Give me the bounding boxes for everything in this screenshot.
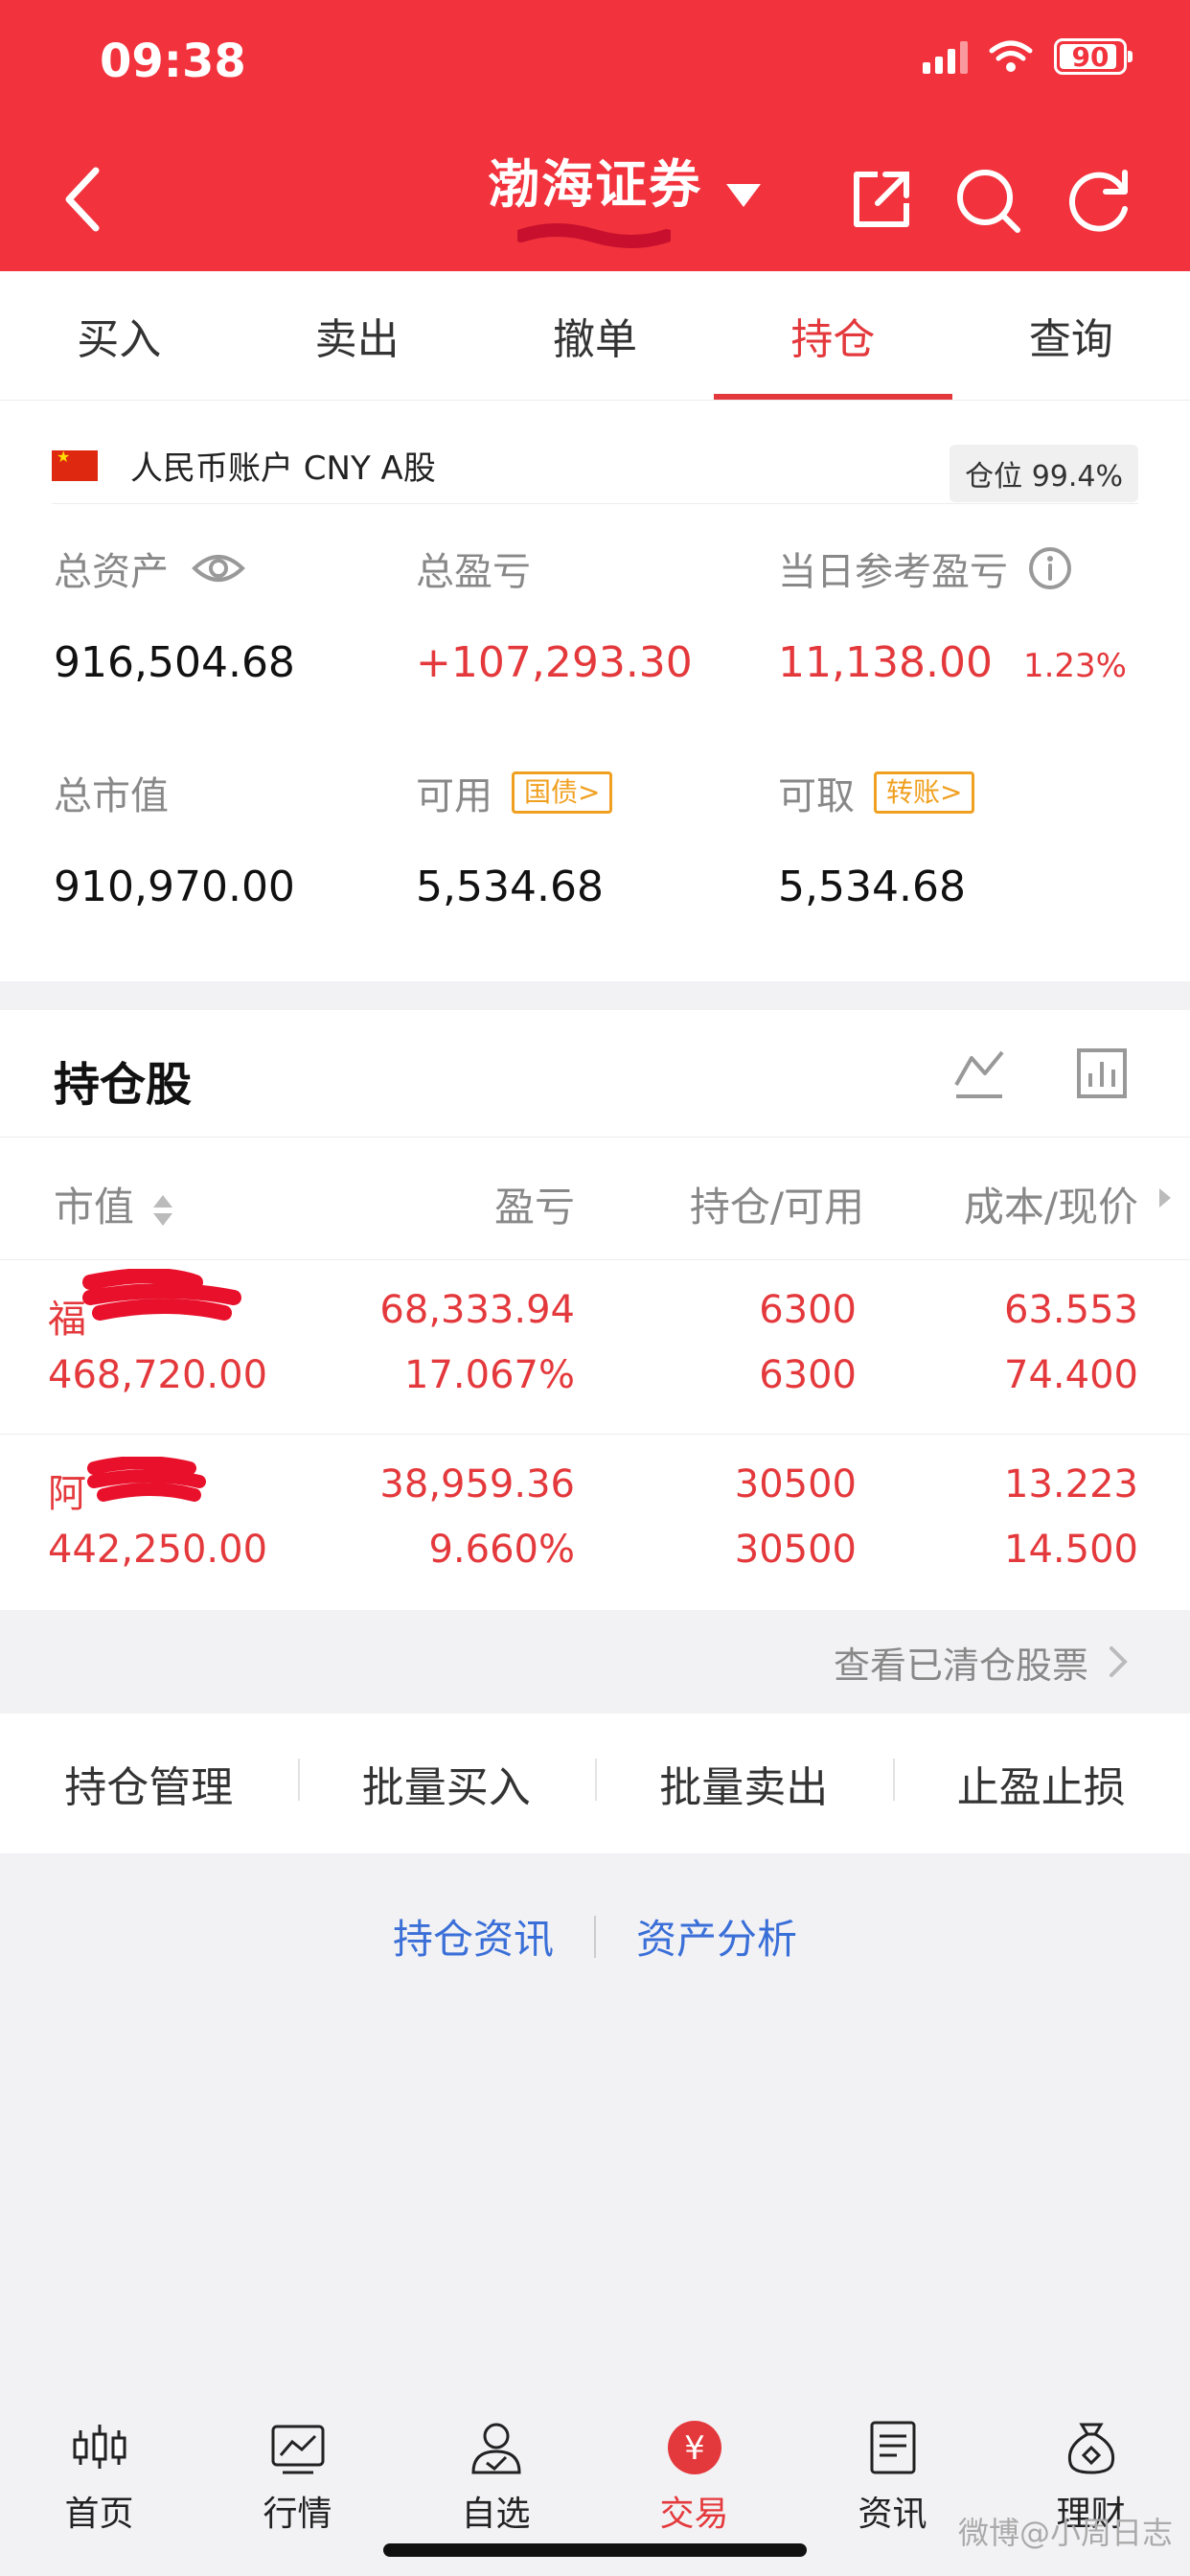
pl-cell: 68,333.94 xyxy=(379,1288,575,1332)
battery-icon: 90 xyxy=(1054,38,1133,75)
tab-query[interactable]: 查询 xyxy=(952,271,1190,400)
position-cell: 6300 xyxy=(759,1288,857,1332)
nav-home[interactable]: 首页 xyxy=(0,2404,198,2576)
total-assets-value: 916,504.68 xyxy=(54,638,295,687)
info-icon[interactable] xyxy=(1027,545,1073,591)
user-check-icon xyxy=(470,2423,521,2474)
holdings-section: 持仓股 市值 盈亏 持仓/可用 成本/现价 福 468,720.00 68,33… xyxy=(0,1010,1190,1610)
pl-percent-cell: 9.660% xyxy=(428,1528,575,1572)
cleared-stocks-link[interactable]: 查看已清仓股票 xyxy=(0,1610,1190,1714)
daily-pl-label: 当日参考盈亏 xyxy=(778,540,1073,596)
price-cell: 74.400 xyxy=(1004,1353,1138,1397)
tab-cancel[interactable]: 撤单 xyxy=(476,271,714,400)
tab-holdings[interactable]: 持仓 xyxy=(714,271,953,400)
watermark: 微博@小周日志 xyxy=(957,2515,1173,2551)
status-icons: 90 xyxy=(923,38,1133,75)
column-position: 持仓/可用 xyxy=(689,1184,864,1230)
position-ratio-badge: 仓位 99.4% xyxy=(950,445,1138,502)
stop-profit-loss-button[interactable]: 止盈止损 xyxy=(892,1753,1190,1814)
dropdown-caret-icon[interactable] xyxy=(726,184,761,207)
market-value-value: 910,970.00 xyxy=(54,862,295,911)
trade-tabs: 买入 卖出 撤单 持仓 查询 xyxy=(0,271,1190,401)
total-assets-label: 总资产 xyxy=(54,540,245,596)
transfer-tag-button[interactable]: 转账> xyxy=(874,771,975,814)
money-bag-icon xyxy=(1067,2423,1114,2474)
status-time: 09:38 xyxy=(100,34,246,88)
withdrawable-value: 5,534.68 xyxy=(778,862,966,911)
cost-cell: 13.223 xyxy=(1004,1462,1138,1506)
home-indicator xyxy=(383,2543,807,2557)
batch-sell-button[interactable]: 批量卖出 xyxy=(595,1753,893,1814)
bar-chart-icon[interactable] xyxy=(1073,1045,1131,1102)
account-summary: 人民币账户 CNY A股 仓位 99.4% 总资产 916,504.68 总盈亏… xyxy=(0,401,1190,981)
pl-cell: 38,959.36 xyxy=(379,1462,575,1506)
pl-percent-cell: 17.067% xyxy=(404,1353,575,1397)
holdings-actions: 持仓管理 批量买入 批量卖出 止盈止损 xyxy=(0,1714,1190,1853)
holdings-news-link[interactable]: 持仓资讯 xyxy=(393,1907,554,1966)
available-value: 5,534.68 xyxy=(416,862,604,911)
manage-holdings-button[interactable]: 持仓管理 xyxy=(0,1753,298,1814)
total-pl-value: +107,293.30 xyxy=(416,638,693,687)
sort-icon[interactable] xyxy=(150,1191,175,1230)
position-cell: 30500 xyxy=(734,1462,857,1506)
info-links: 持仓资讯 资产分析 xyxy=(0,1907,1190,1966)
market-value-cell: 442,250.00 xyxy=(48,1528,268,1572)
refresh-icon[interactable] xyxy=(1062,161,1138,238)
signal-icon xyxy=(923,39,968,74)
svg-text:¥: ¥ xyxy=(684,2429,705,2468)
tab-buy[interactable]: 买入 xyxy=(0,271,238,400)
wifi-icon xyxy=(989,40,1033,72)
redaction-scribble xyxy=(87,1457,206,1502)
redaction-scribble xyxy=(517,223,671,248)
market-value-label: 总市值 xyxy=(54,774,169,818)
search-icon[interactable] xyxy=(950,161,1027,238)
account-label: 人民币账户 CNY A股 xyxy=(130,449,436,488)
news-icon xyxy=(870,2421,915,2474)
column-market-value[interactable]: 市值 xyxy=(54,1175,175,1233)
available-cell: 6300 xyxy=(759,1353,857,1397)
eye-icon[interactable] xyxy=(192,549,245,587)
daily-pl-value: 11,138.00 1.23% xyxy=(778,638,1127,687)
stock-name: 阿 xyxy=(48,1472,86,1516)
share-icon[interactable] xyxy=(843,161,920,238)
withdrawable-label: 可取 转账> xyxy=(778,765,975,820)
market-value-cell: 468,720.00 xyxy=(48,1353,268,1397)
asset-analysis-link[interactable]: 资产分析 xyxy=(636,1907,797,1966)
bond-tag-button[interactable]: 国债> xyxy=(512,771,613,814)
yuan-icon: ¥ xyxy=(667,2421,721,2474)
tab-sell[interactable]: 卖出 xyxy=(238,271,475,400)
chevron-right-icon xyxy=(1110,1646,1128,1677)
price-cell: 14.500 xyxy=(1004,1528,1138,1572)
column-cost-price: 成本/现价 xyxy=(963,1184,1138,1230)
candlestick-icon xyxy=(73,2425,126,2469)
redaction-scribble xyxy=(82,1269,241,1321)
total-pl-label: 总盈亏 xyxy=(416,550,531,594)
available-label: 可用 国债> xyxy=(416,765,613,820)
cost-cell: 63.553 xyxy=(1004,1288,1138,1332)
column-pl: 盈亏 xyxy=(493,1184,575,1230)
broker-title[interactable]: 渤海证券 xyxy=(488,142,702,218)
line-chart-icon[interactable] xyxy=(950,1045,1008,1102)
batch-buy-button[interactable]: 批量买入 xyxy=(297,1753,596,1814)
battery-level: 90 xyxy=(1071,40,1110,73)
scroll-right-icon[interactable] xyxy=(1156,1184,1175,1211)
market-chart-icon xyxy=(271,2425,324,2474)
available-cell: 30500 xyxy=(734,1528,857,1572)
china-flag-icon xyxy=(52,448,98,481)
holdings-title: 持仓股 xyxy=(54,1058,193,1112)
app-header: 09:38 90 渤海证券 xyxy=(0,0,1190,271)
nav-market[interactable]: 行情 xyxy=(198,2404,397,2576)
daily-pl-percent: 1.23% xyxy=(1022,647,1127,685)
account-row[interactable]: 人民币账户 CNY A股 仓位 99.4% xyxy=(52,427,1138,504)
